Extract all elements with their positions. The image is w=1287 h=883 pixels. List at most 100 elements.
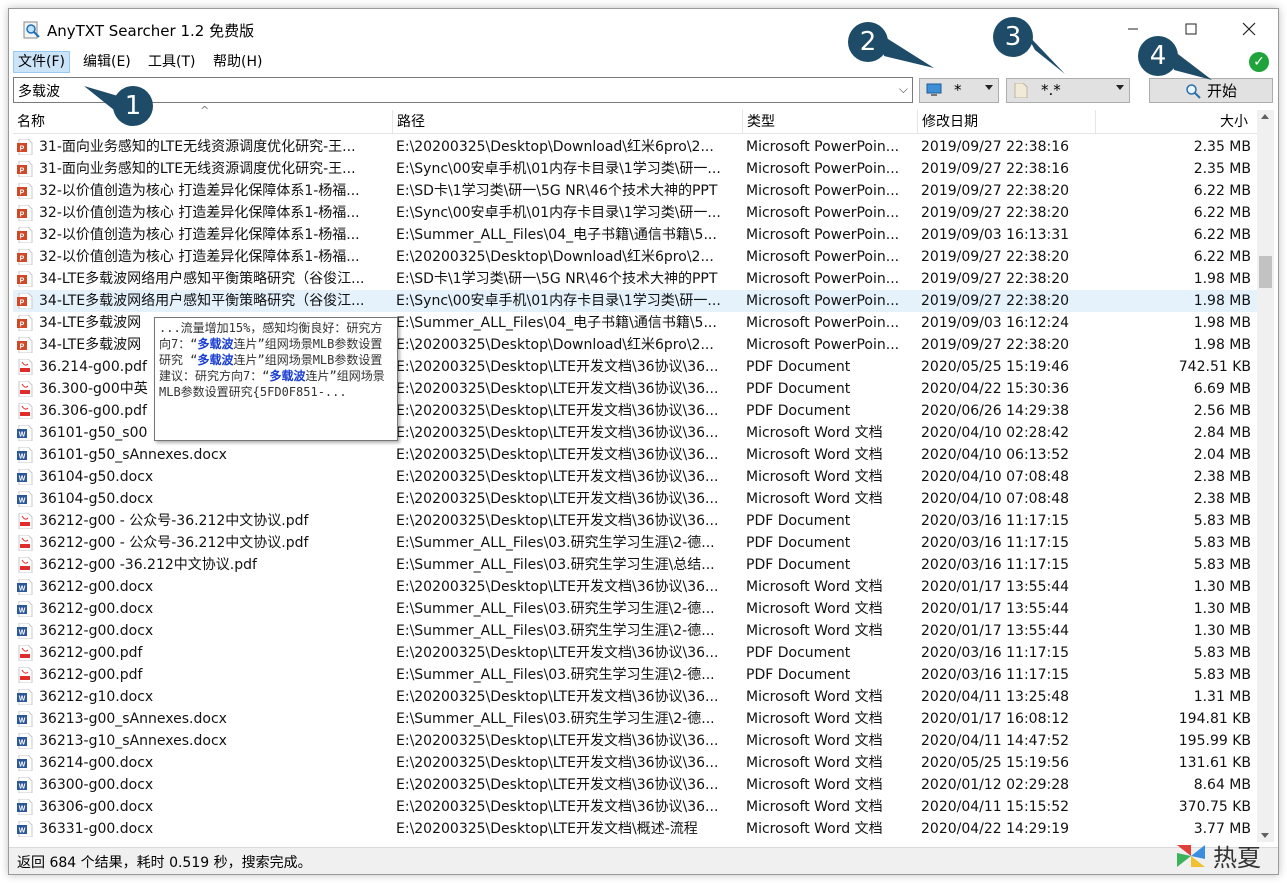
result-name: 32-以价值创造为核心 打造差异化保障体系1-杨福... bbox=[39, 205, 360, 221]
result-row[interactable]: P 31-面向业务感知的LTE无线资源调度优化研究-王... E:\20200325… bbox=[13, 136, 1257, 158]
location-select[interactable]: * bbox=[919, 78, 999, 103]
column-header-type[interactable]: 类型 bbox=[743, 110, 918, 134]
svg-text:P: P bbox=[20, 300, 25, 307]
powerpoint-file-icon: P bbox=[17, 315, 33, 331]
vertical-scrollbar[interactable] bbox=[1257, 110, 1274, 842]
result-row[interactable]: P 31-面向业务感知的LTE无线资源调度优化研究-王... E:\Sync\00安… bbox=[13, 158, 1257, 180]
result-row[interactable]: 36212-g00 -36.212中文协议.pdf E:\Summer_ALL_F… bbox=[13, 554, 1257, 576]
result-row[interactable]: 36212-g00.pdf E:\Summer_ALL_Files\03.研究生学… bbox=[13, 664, 1257, 686]
column-header-name[interactable]: 名称 bbox=[13, 110, 393, 134]
result-path: E:\Summer_ALL_Files\03.研究生学习生涯\2-德... bbox=[396, 667, 715, 683]
menu-tools[interactable]: 工具(T) bbox=[144, 51, 199, 73]
scroll-thumb[interactable] bbox=[1259, 256, 1272, 288]
result-name: 31-面向业务感知的LTE无线资源调度优化研究-王... bbox=[39, 161, 356, 177]
result-path: E:\20200325\Desktop\LTE开发文档\36协议\36... bbox=[396, 425, 719, 441]
chevron-down-icon[interactable]: ⌵ bbox=[899, 82, 908, 97]
result-name: 36212-g00 - 公众号-36.212中文协议.pdf bbox=[39, 513, 309, 529]
result-path: E:\SD卡\1学习类\研一\5G NR\46个技术大神的PPT bbox=[396, 271, 718, 287]
pdf-file-icon bbox=[17, 557, 33, 573]
column-header-date[interactable]: 修改日期 bbox=[918, 110, 1096, 134]
word-file-icon: W bbox=[17, 491, 33, 507]
result-date: 2019/09/03 16:13:31 bbox=[921, 227, 1070, 243]
scroll-down-icon[interactable] bbox=[1261, 833, 1269, 838]
svg-text:W: W bbox=[19, 432, 26, 439]
result-path: E:\20200325\Desktop\Download\红米6pro\2... bbox=[396, 139, 714, 155]
result-type: Microsoft Word 文档 bbox=[746, 777, 883, 793]
result-date: 2020/01/17 13:55:44 bbox=[921, 623, 1070, 639]
result-row[interactable]: W 36212-g10.docx E:\20200325\Desktop\LTE开发… bbox=[13, 686, 1257, 708]
word-file-icon: W bbox=[17, 799, 33, 815]
result-path: E:\20200325\Desktop\LTE开发文档\36协议\36... bbox=[396, 579, 719, 595]
result-row[interactable]: W 36212-g00.docx E:\20200325\Desktop\LTE开发… bbox=[13, 576, 1257, 598]
menu-edit[interactable]: 编辑(E) bbox=[79, 51, 135, 73]
result-row[interactable]: W 36101-g50_sAnnexes.docx E:\20200325\Desk… bbox=[13, 444, 1257, 466]
result-row[interactable]: P 32-以价值创造为核心 打造差异化保障体系1-杨福... E:\SD卡\1学习类… bbox=[13, 180, 1257, 202]
result-date: 2019/09/27 22:38:16 bbox=[921, 161, 1070, 177]
result-date: 2019/09/27 22:38:20 bbox=[921, 293, 1070, 309]
result-date: 2020/06/26 14:29:38 bbox=[921, 403, 1070, 419]
result-type: Microsoft PowerPoin... bbox=[746, 293, 900, 309]
svg-text:P: P bbox=[20, 212, 25, 219]
result-date: 2019/09/27 22:38:20 bbox=[921, 183, 1070, 199]
result-row[interactable]: 36212-g00.pdf E:\20200325\Desktop\LTE开发文档… bbox=[13, 642, 1257, 664]
file-icon bbox=[1014, 83, 1028, 98]
location-select-value: * bbox=[954, 81, 962, 99]
result-row[interactable]: W 36213-g10_sAnnexes.docx E:\20200325\Desk… bbox=[13, 730, 1257, 752]
close-button[interactable] bbox=[1220, 9, 1278, 49]
result-row[interactable]: P 32-以价值创造为核心 打造差异化保障体系1-杨福... E:\Sync\00安… bbox=[13, 202, 1257, 224]
result-row[interactable]: W 36306-g00.docx E:\20200325\Desktop\LTE开发… bbox=[13, 796, 1257, 818]
result-row[interactable]: P 32-以价值创造为核心 打造差异化保障体系1-杨福... E:\20200325… bbox=[13, 246, 1257, 268]
result-row[interactable]: W 36104-g50.docx E:\20200325\Desktop\LTE开发… bbox=[13, 466, 1257, 488]
result-type: PDF Document bbox=[746, 645, 851, 661]
app-window: AnyTXT Searcher 1.2 免费版 文件(F) 编辑(E) 工具(T… bbox=[8, 8, 1279, 875]
svg-text:W: W bbox=[19, 476, 26, 483]
menu-file[interactable]: 文件(F) bbox=[13, 51, 70, 73]
tooltip-highlight: 多载波 bbox=[269, 369, 306, 383]
result-path: E:\20200325\Desktop\LTE开发文档\36协议\36... bbox=[396, 359, 719, 375]
word-file-icon: W bbox=[17, 623, 33, 639]
result-path: E:\Sync\00安卓手机\01内存卡目录\1学习类\研一... bbox=[396, 161, 721, 177]
result-type: Microsoft Word 文档 bbox=[746, 425, 883, 441]
column-header-path[interactable]: 路径 bbox=[393, 110, 743, 134]
result-date: 2020/01/12 02:29:28 bbox=[921, 777, 1070, 793]
result-path: E:\Summer_ALL_Files\04_电子书籍\通信书籍\5... bbox=[396, 315, 717, 331]
result-row[interactable]: W 36214-g00.docx E:\20200325\Desktop\LTE开发… bbox=[13, 752, 1257, 774]
svg-text:P: P bbox=[20, 190, 25, 197]
result-path: E:\20200325\Desktop\Download\红米6pro\2... bbox=[396, 337, 714, 353]
result-path: E:\20200325\Desktop\Download\红米6pro\2... bbox=[396, 249, 714, 265]
result-row[interactable]: P 34-LTE多载波网络用户感知平衡策略研究（谷俊江... E:\Sync\00安… bbox=[13, 290, 1257, 312]
svg-text:W: W bbox=[19, 740, 26, 747]
result-row[interactable]: W 36213-g00_sAnnexes.docx E:\Summer_ALL_Fi… bbox=[13, 708, 1257, 730]
window-title: AnyTXT Searcher 1.2 免费版 bbox=[47, 22, 255, 40]
result-row[interactable]: W 36212-g00.docx E:\Summer_ALL_Files\03.研究… bbox=[13, 598, 1257, 620]
result-path: E:\20200325\Desktop\LTE开发文档\36协议\36... bbox=[396, 381, 719, 397]
watermark: 热夏 bbox=[1173, 838, 1261, 873]
result-row[interactable]: W 36104-g50.docx E:\20200325\Desktop\LTE开发… bbox=[13, 488, 1257, 510]
maximize-icon bbox=[1185, 23, 1197, 35]
result-row[interactable]: 36212-g00 - 公众号-36.212中文协议.pdf E:\Summer_… bbox=[13, 532, 1257, 554]
word-file-icon: W bbox=[17, 755, 33, 771]
result-size: 1.98 MB bbox=[1193, 315, 1251, 331]
svg-text:P: P bbox=[20, 234, 25, 241]
column-header-size[interactable]: 大小 bbox=[1096, 110, 1254, 134]
result-row[interactable]: P 32-以价值创造为核心 打造差异化保障体系1-杨福... E:\Summer_A… bbox=[13, 224, 1257, 246]
scroll-up-icon[interactable] bbox=[1261, 114, 1269, 119]
result-date: 2019/09/27 22:38:20 bbox=[921, 271, 1070, 287]
result-row[interactable]: P 34-LTE多载波网络用户感知平衡策略研究（谷俊江... E:\SD卡\1学习类… bbox=[13, 268, 1257, 290]
word-file-icon: W bbox=[17, 689, 33, 705]
result-row[interactable]: 36212-g00 - 公众号-36.212中文协议.pdf E:\2020032… bbox=[13, 510, 1257, 532]
powerpoint-file-icon: P bbox=[17, 227, 33, 243]
result-name: 32-以价值创造为核心 打造差异化保障体系1-杨福... bbox=[39, 227, 360, 243]
svg-text:W: W bbox=[19, 806, 26, 813]
result-date: 2020/03/16 11:17:15 bbox=[921, 667, 1070, 683]
filetype-select[interactable]: *.* bbox=[1006, 78, 1130, 103]
result-type: Microsoft Word 文档 bbox=[746, 733, 883, 749]
result-row[interactable]: W 36212-g00.docx E:\Summer_ALL_Files\03.研究… bbox=[13, 620, 1257, 642]
result-type: Microsoft Word 文档 bbox=[746, 799, 883, 815]
result-row[interactable]: W 36300-g00.docx E:\20200325\Desktop\LTE开发… bbox=[13, 774, 1257, 796]
word-file-icon: W bbox=[17, 711, 33, 727]
result-type: PDF Document bbox=[746, 403, 851, 419]
result-name: 36212-g00.docx bbox=[39, 623, 154, 639]
result-row[interactable]: W 36331-g00.docx E:\20200325\Desktop\LTE开发… bbox=[13, 818, 1257, 840]
menu-help[interactable]: 帮助(H) bbox=[209, 51, 266, 73]
